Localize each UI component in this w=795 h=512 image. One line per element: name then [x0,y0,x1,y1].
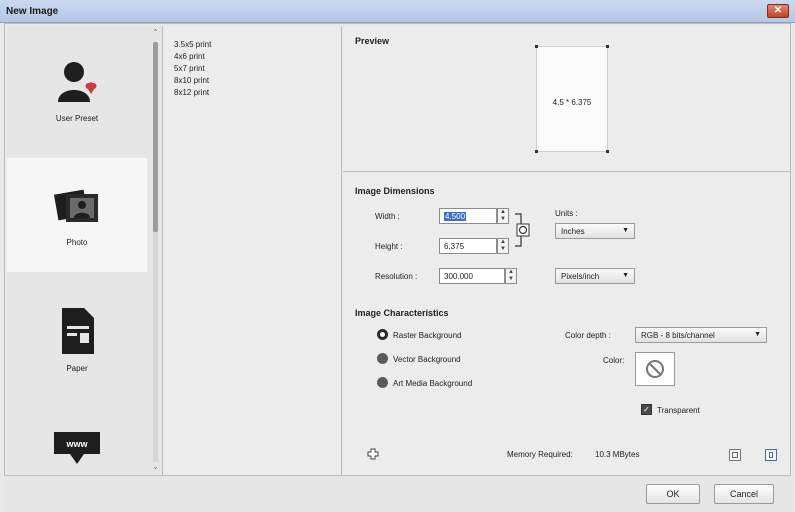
height-field[interactable]: 6.375 [439,238,497,254]
resolution-stepper[interactable]: ▲ ▼ [505,268,517,284]
info-icon[interactable] [765,449,777,461]
art-media-background-label[interactable]: Art Media Background [393,379,472,388]
paper-icon [62,308,94,354]
category-web[interactable]: www [7,410,147,472]
transparent-checkbox[interactable]: ✓ [641,404,652,415]
save-preset-icon[interactable] [729,449,741,461]
corner-handle [535,150,538,153]
settings-panel: Preview 4.5 * 6.375 Image Dimensions Wid… [343,26,790,475]
preset-item[interactable]: 3.5x5 print [174,40,211,49]
preset-list: 3.5x5 print 4x6 print 5x7 print 8x10 pri… [164,26,342,475]
units-label: Units : [555,209,578,218]
resolution-units-value: Pixels/inch [561,272,600,281]
color-depth-label: Color depth : [565,331,611,340]
color-depth-value: RGB - 8 bits/channel [641,331,715,340]
photo-icon [53,189,98,222]
category-label: User Preset [55,114,99,123]
window-title: New Image [6,6,59,17]
category-list: User Preset Photo Paper www ⌃ ⌄ [7,26,163,475]
color-swatch[interactable] [635,352,675,386]
chevron-down-icon: ▼ [754,331,761,338]
height-stepper[interactable]: ▲ ▼ [497,238,509,254]
category-label: Photo [66,238,88,247]
width-value: 4.500 [444,212,467,221]
color-depth-dropdown[interactable]: RGB - 8 bits/channel ▼ [635,327,767,343]
web-display-icon: www [54,432,100,464]
category-scrollbar[interactable]: ⌃ ⌄ [147,26,163,475]
title-bar: New Image ✕ [0,0,795,23]
dialog-body: User Preset Photo Paper www ⌃ ⌄ 3.5x5 pr… [4,23,791,476]
corner-handle [535,45,538,48]
resolution-field[interactable]: 300.000 [439,268,505,284]
chevron-down-icon: ▼ [622,272,629,279]
height-label: Height : [375,242,403,251]
corner-handle [606,45,609,48]
resolution-units-dropdown[interactable]: Pixels/inch ▼ [555,268,635,284]
close-button[interactable]: ✕ [767,4,789,18]
preset-item[interactable]: 4x6 print [174,52,205,61]
preset-item[interactable]: 8x10 print [174,76,209,85]
memory-label: Memory Required: [507,450,573,459]
dimensions-title: Image Dimensions [355,186,435,196]
preview-size: 4.5 * 6.375 [552,98,592,107]
add-preset-icon[interactable] [367,448,379,460]
preset-item[interactable]: 5x7 print [174,64,205,73]
raster-background-label[interactable]: Raster Background [393,331,461,340]
no-color-icon [646,360,664,378]
vector-background-radio[interactable] [377,353,388,364]
scroll-thumb[interactable] [153,42,158,232]
vector-background-label[interactable]: Vector Background [393,355,461,364]
category-paper[interactable]: Paper [7,284,147,398]
preview-section: Preview 4.5 * 6.375 [343,26,790,172]
scroll-down-icon[interactable]: ⌄ [150,462,161,472]
raster-background-radio[interactable] [377,329,388,340]
resolution-label: Resolution : [375,272,418,281]
width-stepper[interactable]: ▲ ▼ [497,208,509,224]
width-field[interactable]: 4.500 [439,208,497,224]
user-preset-icon [58,62,97,102]
category-photo[interactable]: Photo [7,158,147,272]
color-label: Color: [603,356,625,365]
width-label: Width : [375,212,400,221]
scroll-up-icon[interactable]: ⌃ [150,28,161,38]
link-aspect-icon[interactable] [513,212,535,248]
svg-text:www: www [65,439,88,449]
characteristics-title: Image Characteristics [355,308,449,318]
preset-item[interactable]: 8x12 print [174,88,209,97]
chevron-down-icon: ▼ [622,227,629,234]
transparent-label[interactable]: Transparent [657,406,700,415]
cancel-button[interactable]: Cancel [714,484,774,504]
category-label: Paper [66,364,88,373]
units-value: Inches [561,227,585,236]
ok-button[interactable]: OK [646,484,700,504]
preview-paper: 4.5 * 6.375 [535,45,609,153]
preview-title: Preview [355,36,390,46]
corner-handle [606,150,609,153]
category-user-preset[interactable]: User Preset [7,34,147,148]
memory-value: 10.3 MBytes [595,450,640,459]
units-dropdown[interactable]: Inches ▼ [555,223,635,239]
button-bar: OK Cancel [4,476,791,512]
art-media-background-radio[interactable] [377,377,388,388]
